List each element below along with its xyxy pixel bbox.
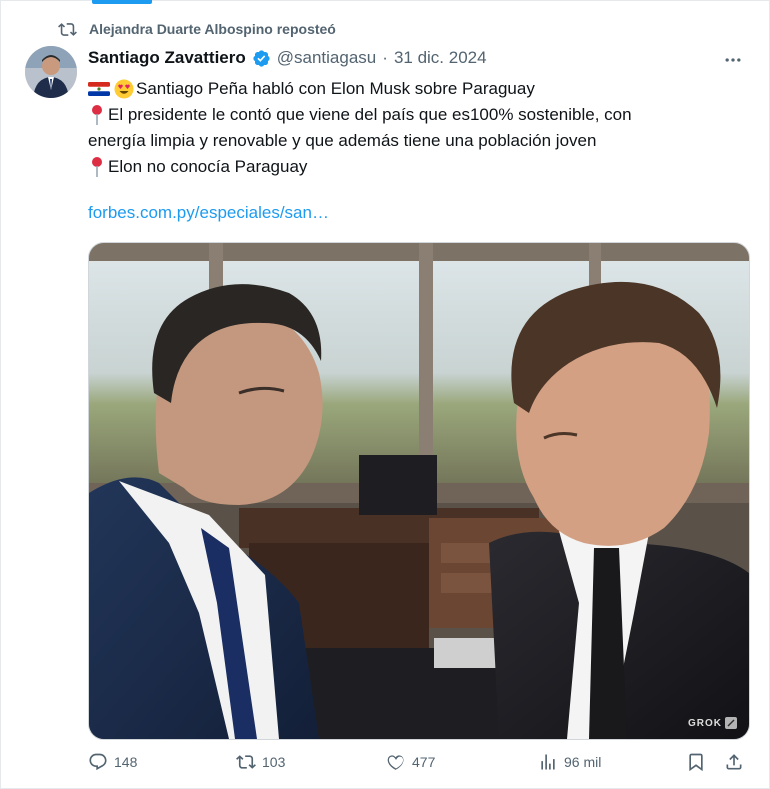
heart-eyes-emoji-icon — [114, 79, 134, 99]
share-button[interactable] — [724, 752, 744, 772]
repost-count: 103 — [262, 754, 286, 770]
post-header: Santiago Zavattiero @santiagasu · 31 dic… — [88, 48, 487, 68]
post-image[interactable]: GROK — [88, 242, 750, 740]
pin-icon — [92, 157, 102, 177]
repost-banner[interactable]: Alejandra Duarte Albospino reposteó — [58, 18, 336, 40]
like-button[interactable]: 477 — [386, 752, 435, 772]
share-icon — [726, 754, 742, 770]
views-button[interactable]: 96 mil — [538, 752, 601, 772]
reply-icon — [89, 753, 107, 771]
pin-icon — [92, 105, 102, 125]
more-options-button[interactable] — [720, 50, 746, 70]
post-line-2: El presidente le contó que viene del paí… — [88, 102, 748, 128]
repost-icon — [236, 755, 256, 769]
views-count: 96 mil — [564, 754, 602, 770]
bookmark-button[interactable] — [686, 752, 706, 772]
separator-dot: · — [382, 48, 388, 67]
heart-icon — [387, 755, 404, 771]
grok-logo-icon — [725, 717, 737, 729]
avatar[interactable] — [25, 46, 77, 98]
repost-icon — [58, 22, 77, 36]
post-text: Santiago Peña habló con Elon Musk sobre … — [88, 76, 748, 180]
post-line-1: Santiago Peña habló con Elon Musk sobre … — [88, 76, 748, 102]
like-count: 477 — [412, 754, 436, 770]
action-bar: 148 103 477 96 mil — [88, 752, 750, 782]
repost-label: Alejandra Duarte Albospino reposteó — [89, 21, 336, 37]
post-line-3: energía limpia y renovable y que además … — [88, 131, 597, 150]
post-date[interactable]: 31 dic. 2024 — [394, 48, 487, 68]
reply-count: 148 — [114, 754, 138, 770]
bookmark-icon — [689, 753, 703, 772]
author-handle[interactable]: @santiagasu — [277, 48, 377, 68]
author-name[interactable]: Santiago Zavattiero — [88, 48, 246, 68]
article-link[interactable]: forbes.com.py/especiales/san… — [88, 203, 329, 223]
tab-indicator — [92, 0, 152, 4]
views-chart-icon — [541, 754, 555, 770]
repost-button[interactable]: 103 — [236, 752, 285, 772]
paraguay-flag-icon — [88, 82, 110, 96]
grok-watermark: GROK — [688, 717, 737, 729]
reply-button[interactable]: 148 — [88, 752, 137, 772]
more-icon — [725, 58, 741, 62]
post-line-4: Elon no conocía Paraguay — [88, 154, 748, 180]
verified-badge-icon — [253, 49, 270, 67]
